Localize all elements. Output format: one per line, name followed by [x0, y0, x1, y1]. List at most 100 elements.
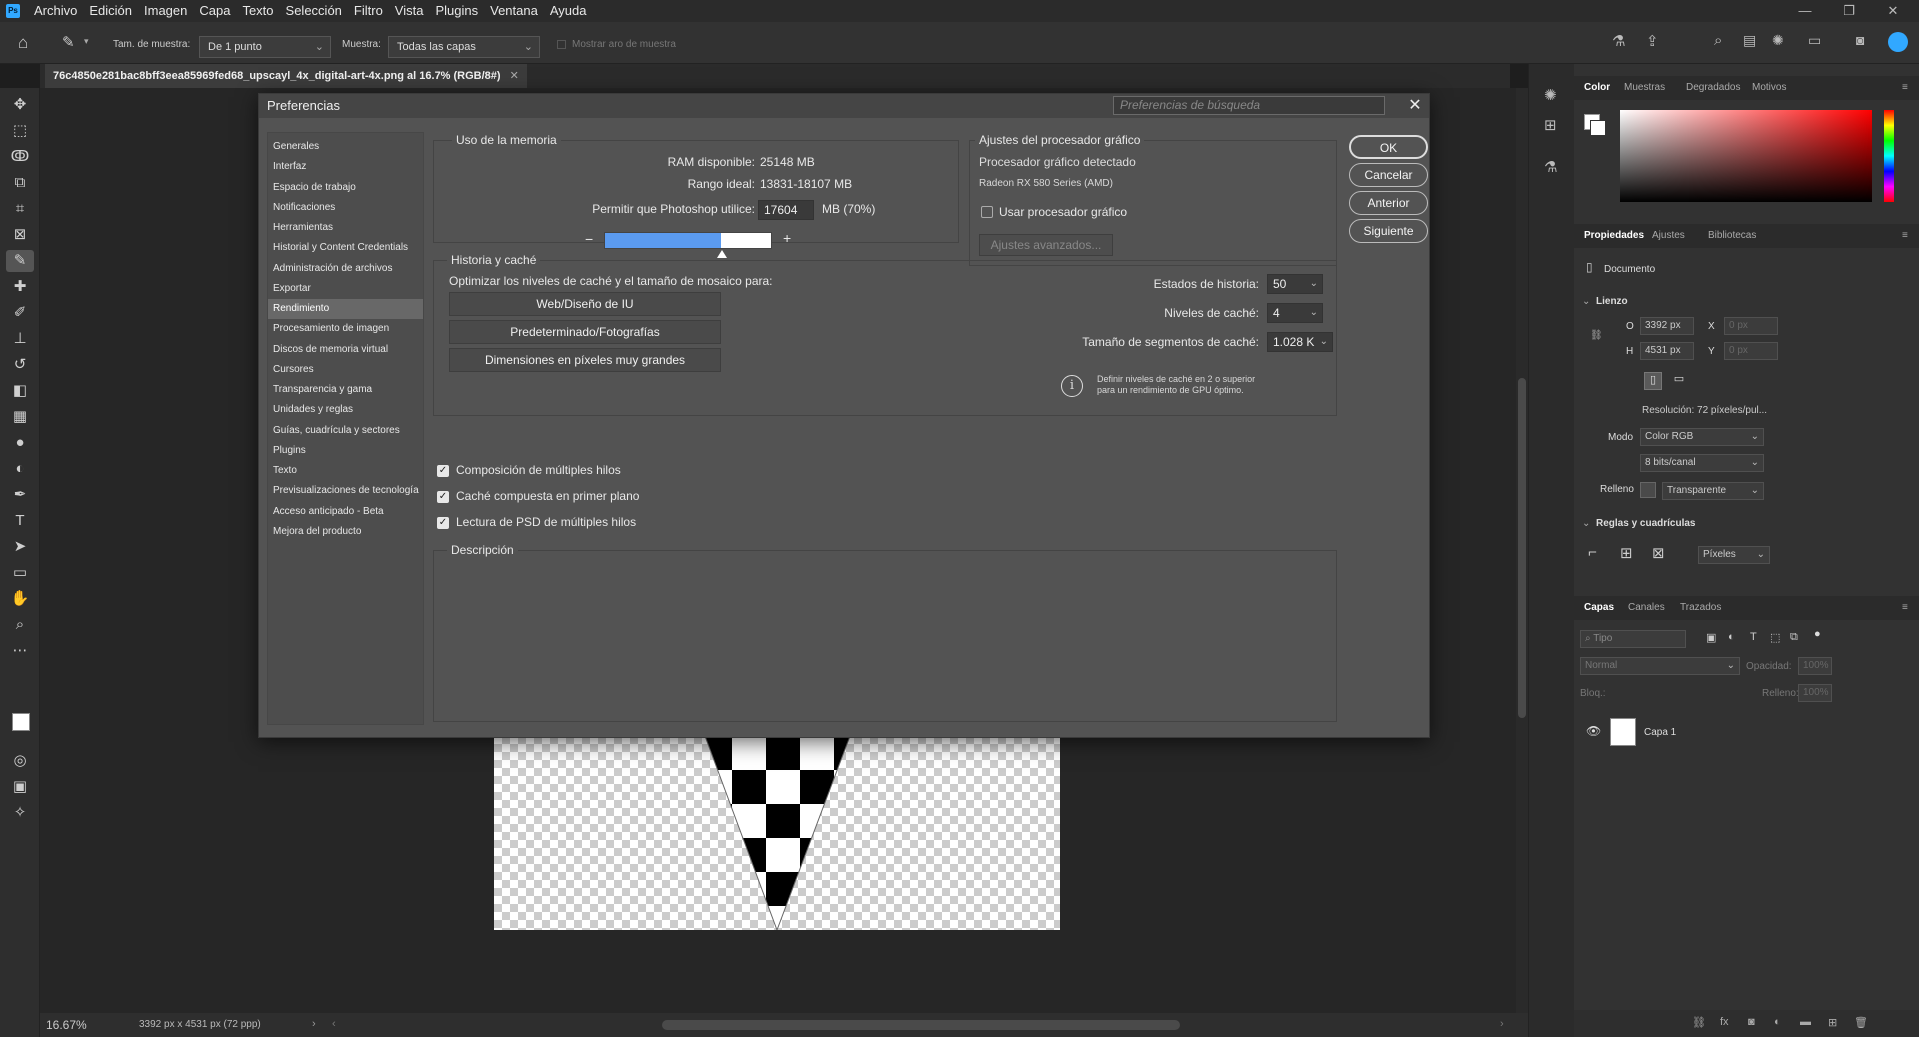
filter-toggle-icon[interactable]: ● — [1814, 628, 1821, 640]
color-field[interactable] — [1620, 110, 1872, 202]
screen-mode-icon[interactable]: ▣ — [6, 776, 34, 798]
pen-tool-icon[interactable]: ✒ — [6, 484, 34, 506]
eyedropper-icon[interactable]: ✎ — [62, 33, 75, 51]
category-14[interactable]: Guías, cuadrícula y sectores — [268, 421, 423, 441]
quick-mask-icon[interactable]: ◎ — [6, 750, 34, 772]
adjustment-layer-icon[interactable]: ◐ — [1774, 1016, 1781, 1028]
mask-icon[interactable]: ◙ — [1748, 1016, 1755, 1028]
eye-icon[interactable]: 👁 — [1586, 724, 1601, 738]
fill-swatch[interactable] — [1640, 482, 1656, 498]
document-tab[interactable]: 76c4850e281bac8bff3eea85969fed68_upscayl… — [45, 64, 527, 88]
minus-icon[interactable]: − — [585, 231, 593, 247]
path-select-icon[interactable]: ➤ — [6, 536, 34, 558]
category-13[interactable]: Unidades y reglas — [268, 400, 423, 420]
horizontal-scroll-thumb[interactable] — [662, 1020, 1180, 1030]
menu-filtro[interactable]: Filtro — [348, 0, 389, 22]
category-5[interactable]: Historial y Content Credentials — [268, 238, 423, 258]
huge-pixels-preset-button[interactable]: Dimensiones en píxeles muy grandes — [449, 348, 721, 372]
layer-row[interactable]: 👁 Capa 1 — [1574, 712, 1919, 752]
default-photos-preset-button[interactable]: Predeterminado/Fotografías — [449, 320, 721, 344]
layer-filter-input[interactable]: ⌕ Tipo — [1580, 630, 1686, 648]
blur-tool-icon[interactable]: ● — [6, 432, 34, 454]
tab-channels[interactable]: Canales — [1628, 596, 1665, 620]
scroll-right-icon[interactable]: › — [1500, 1018, 1504, 1030]
category-4[interactable]: Herramientas — [268, 218, 423, 238]
layer-name[interactable]: Capa 1 — [1644, 727, 1676, 738]
height-field[interactable]: 4531 px — [1640, 342, 1694, 360]
advanced-settings-button[interactable]: Ajustes avanzados... — [979, 234, 1113, 256]
category-3[interactable]: Notificaciones — [268, 198, 423, 218]
restore-icon[interactable]: ❐ — [1832, 0, 1866, 22]
properties-icon[interactable]: ⊞ — [1544, 116, 1557, 134]
filter-adjust-icon[interactable]: ◐ — [1728, 631, 1735, 643]
category-8[interactable]: Rendimiento — [268, 299, 423, 319]
landscape-icon[interactable]: ▭ — [1670, 372, 1688, 390]
tab-color[interactable]: Color — [1584, 76, 1610, 100]
menu-imagen[interactable]: Imagen — [138, 0, 193, 22]
opacity-field[interactable]: 100% — [1798, 657, 1832, 675]
units-select[interactable]: Píxeles ⌄ — [1698, 546, 1770, 564]
menu-plugins[interactable]: Plugins — [429, 0, 484, 22]
lightbulb-icon[interactable]: ✺ — [1772, 32, 1784, 49]
panel-menu-icon[interactable]: ≡ — [1902, 224, 1908, 248]
frame-tool-icon[interactable]: ⊠ — [6, 224, 34, 246]
ok-button[interactable]: OK — [1349, 135, 1428, 159]
category-1[interactable]: Interfaz — [268, 157, 423, 177]
menu-seleccion[interactable]: Selección — [280, 0, 348, 22]
vertical-scrollbar[interactable] — [1516, 88, 1528, 1013]
eyedropper-tool-icon[interactable]: ✎ — [6, 250, 34, 272]
foreground-color-swatch[interactable] — [12, 713, 30, 731]
blend-mode-select[interactable]: Normal ⌄ — [1580, 657, 1740, 675]
zoom-level[interactable]: 16.67% — [46, 1018, 87, 1032]
category-19[interactable]: Mejora del producto — [268, 522, 423, 542]
category-16[interactable]: Texto — [268, 461, 423, 481]
cancel-button[interactable]: Cancelar — [1349, 163, 1428, 187]
group-icon[interactable]: ▬ — [1800, 1016, 1811, 1028]
foreground-cache-checkbox[interactable]: ✓ — [437, 491, 449, 503]
hue-slider[interactable] — [1884, 110, 1894, 202]
new-layer-icon[interactable]: ⊞ — [1828, 1016, 1837, 1029]
tab-patterns[interactable]: Motivos — [1752, 76, 1786, 100]
scroll-thumb[interactable] — [1518, 378, 1526, 718]
chevron-down-icon[interactable]: ⌄ — [1582, 296, 1590, 307]
category-10[interactable]: Discos de memoria virtual — [268, 340, 423, 360]
marquee-tool-icon[interactable]: ⬚ — [6, 120, 34, 142]
dodge-tool-icon[interactable]: ◐ — [6, 458, 34, 480]
object-select-tool-icon[interactable]: ⧉ — [6, 172, 34, 194]
cache-levels-input[interactable]: 4 ⌄ — [1267, 303, 1323, 323]
crop-tool-icon[interactable]: ⌗ — [6, 198, 34, 220]
tile-size-select[interactable]: 1.028 K ⌄ — [1267, 332, 1333, 352]
move-tool-icon[interactable]: ✥ — [6, 94, 34, 116]
type-tool-icon[interactable]: T — [6, 510, 34, 532]
previous-button[interactable]: Anterior — [1349, 191, 1428, 215]
hand-tool-icon[interactable]: ✋ — [6, 588, 34, 610]
brush-tool-icon[interactable]: ✐ — [6, 302, 34, 324]
close-icon[interactable]: ✕ — [1405, 96, 1425, 116]
close-tab-icon[interactable]: ✕ — [510, 70, 519, 82]
next-button[interactable]: Siguiente — [1349, 219, 1428, 243]
tab-adjustments[interactable]: Ajustes — [1652, 224, 1685, 248]
sample-select[interactable]: Todas las capas ⌄ — [388, 36, 540, 58]
learn-icon[interactable]: ✺ — [1544, 86, 1557, 104]
share-icon[interactable]: ⇪ — [1646, 32, 1659, 50]
tab-swatches[interactable]: Muestras — [1624, 76, 1665, 100]
trash-icon[interactable]: 🗑 — [1854, 1016, 1868, 1029]
category-18[interactable]: Acceso anticipado - Beta — [268, 502, 423, 522]
link-icon[interactable]: ⛓ — [1590, 330, 1603, 341]
lasso-tool-icon[interactable]: ↂ — [6, 146, 34, 168]
multithread-comp-checkbox[interactable]: ✓ — [437, 465, 449, 477]
use-gpu-checkbox[interactable] — [981, 206, 993, 218]
menu-ventana[interactable]: Ventana — [484, 0, 544, 22]
show-ring-checkbox[interactable] — [557, 40, 566, 49]
history-brush-icon[interactable]: ↺ — [6, 354, 34, 376]
mode-select[interactable]: Color RGB ⌄ — [1640, 428, 1764, 446]
preferences-search-input[interactable]: Preferencias de búsqueda — [1113, 96, 1385, 115]
multithread-psd-checkbox[interactable]: ✓ — [437, 517, 449, 529]
history-states-input[interactable]: 50 ⌄ — [1267, 274, 1323, 294]
minimize-icon[interactable]: — — [1788, 0, 1822, 22]
gradient-tool-icon[interactable]: ▦ — [6, 406, 34, 428]
fill-select[interactable]: Transparente ⌄ — [1662, 482, 1764, 500]
tool-preset-chevron-icon[interactable]: ▾ — [84, 36, 89, 47]
avatar[interactable] — [1888, 32, 1908, 52]
filter-shape-icon[interactable]: ⬚ — [1770, 631, 1780, 644]
